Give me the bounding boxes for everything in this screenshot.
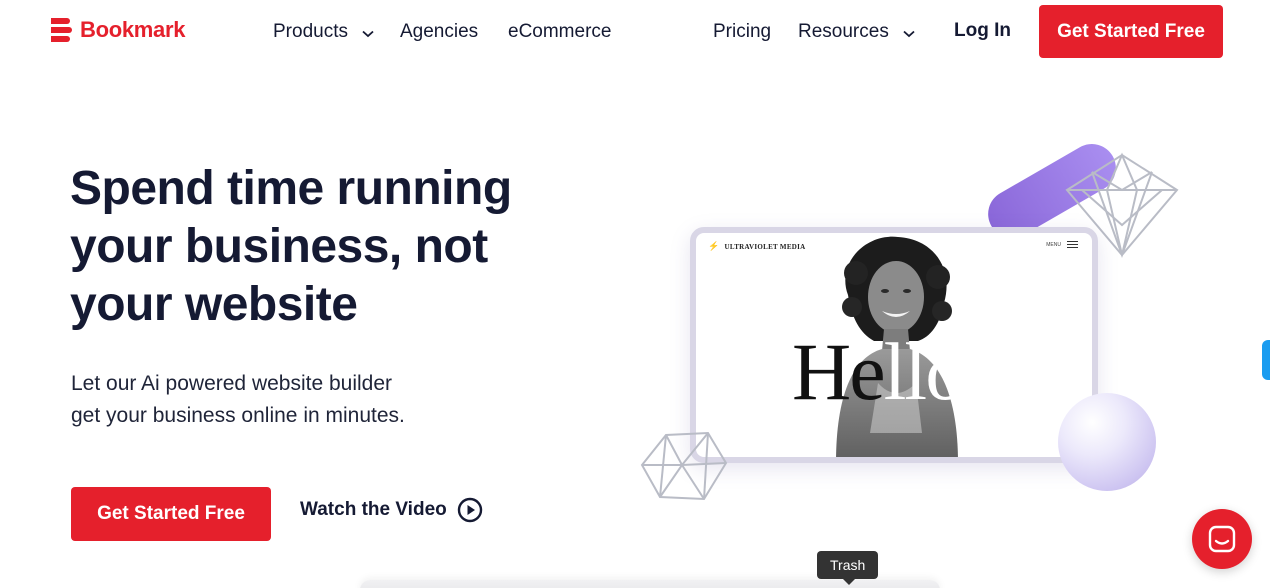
- trash-tooltip: Trash: [817, 551, 879, 585]
- hero-subtitle: Let our Ai powered website builder get y…: [71, 368, 511, 432]
- landing-page: Bookmark Products Agencies eCommerce Pri…: [0, 0, 1270, 588]
- hello-dark-part: He: [792, 326, 886, 417]
- nav-pricing[interactable]: Pricing: [713, 21, 771, 43]
- hero-subtitle-line-2: get your business online in minutes.: [71, 404, 405, 427]
- hero-get-started-button[interactable]: Get Started Free: [71, 487, 271, 541]
- hello-headline: Hello: [792, 331, 966, 413]
- watch-video-link[interactable]: Watch the Video: [300, 497, 483, 523]
- watch-video-label: Watch the Video: [300, 499, 447, 520]
- hero-subtitle-line-1: Let our Ai powered website builder: [71, 372, 393, 395]
- hello-light-part: llo: [883, 326, 967, 417]
- preview-menu: MENU: [1046, 241, 1078, 248]
- chevron-down-icon: [903, 30, 915, 37]
- website-preview-card: ⚡ ULTRAVIOLET MEDIA MENU Hello: [690, 227, 1098, 463]
- chevron-down-icon: [362, 30, 374, 37]
- hamburger-icon: [1067, 241, 1078, 248]
- chat-icon: [1208, 525, 1236, 553]
- logo-text: Bookmark: [80, 17, 186, 42]
- nav-products-label: Products: [273, 21, 348, 42]
- hero-illustration: ⚡ ULTRAVIOLET MEDIA MENU Hello: [630, 135, 1190, 515]
- chat-launcher-button[interactable]: [1192, 509, 1252, 569]
- bolt-icon: ⚡: [708, 241, 720, 251]
- nav-agencies[interactable]: Agencies: [400, 21, 478, 43]
- nav-resources-label: Resources: [798, 21, 889, 42]
- lavender-sphere-shape: [1058, 393, 1156, 491]
- preview-brand-text: ULTRAVIOLET MEDIA: [724, 242, 806, 251]
- preview-brand: ⚡ ULTRAVIOLET MEDIA: [708, 241, 806, 252]
- bookmark-logo[interactable]: Bookmark: [48, 16, 186, 44]
- play-circle-icon: [457, 497, 482, 523]
- wireframe-gem-icon: [640, 431, 728, 501]
- login-link[interactable]: Log In: [954, 20, 1011, 42]
- nav-ecommerce[interactable]: eCommerce: [508, 21, 611, 43]
- hero-title: Spend time running your business, not yo…: [70, 162, 512, 331]
- header-get-started-button[interactable]: Get Started Free: [1039, 5, 1223, 58]
- nav-products[interactable]: Products: [273, 21, 374, 43]
- feedback-side-tab[interactable]: [1262, 340, 1270, 380]
- bookmark-logo-icon: [51, 18, 72, 42]
- nav-resources[interactable]: Resources: [798, 21, 915, 43]
- preview-menu-label: MENU: [1046, 241, 1061, 248]
